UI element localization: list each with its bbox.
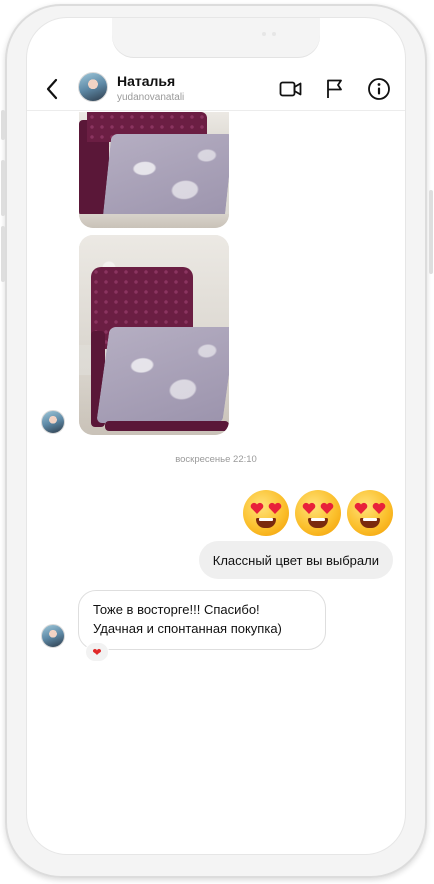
- incoming-message-line: Тоже в восторге!!! Спасибо!: [93, 602, 260, 617]
- photo-message[interactable]: [79, 112, 229, 228]
- video-call-button[interactable]: [279, 77, 303, 101]
- phone-side-button: [1, 226, 5, 282]
- outgoing-message-text: Классный цвет вы выбрали: [212, 552, 379, 568]
- video-camera-icon: [279, 81, 302, 97]
- back-button[interactable]: [41, 75, 65, 103]
- heart-eyes-emoji-icon: [347, 490, 393, 536]
- sender-avatar[interactable]: [41, 624, 65, 648]
- chat-header: Наталья yudanovanatali: [27, 68, 405, 111]
- info-button[interactable]: [367, 77, 391, 101]
- report-button[interactable]: [323, 77, 347, 101]
- avatar[interactable]: [78, 72, 108, 102]
- back-arrow-icon: [46, 78, 58, 100]
- phone-notch: [112, 18, 320, 58]
- sender-avatar[interactable]: [41, 410, 65, 434]
- info-icon: [368, 78, 390, 100]
- heart-reaction-icon[interactable]: ❤: [85, 642, 109, 662]
- camera-dot: [262, 32, 266, 36]
- phone-screen: Наталья yudanovanatali воскресенье 22:10…: [27, 18, 405, 854]
- photo-message[interactable]: [79, 235, 229, 435]
- contact-username: yudanovanatali: [117, 92, 185, 103]
- phone-side-button: [1, 160, 5, 216]
- emoji-message[interactable]: [243, 490, 393, 538]
- heart-eyes-emoji-icon: [295, 490, 341, 536]
- camera-dot: [272, 32, 276, 36]
- heart-eyes-emoji-icon: [243, 490, 289, 536]
- phone-side-button: [429, 190, 433, 274]
- message-timestamp: воскресенье 22:10: [175, 454, 257, 465]
- phone-side-button: [1, 110, 5, 140]
- incoming-message-line: Удачная и спонтанная покупка): [93, 621, 282, 636]
- incoming-message-bubble[interactable]: Тоже в восторге!!! Спасибо! Удачная и сп…: [78, 590, 326, 650]
- contact-name[interactable]: Наталья: [117, 73, 175, 89]
- flag-icon: [327, 79, 342, 98]
- outgoing-message-bubble[interactable]: Классный цвет вы выбрали: [198, 541, 393, 579]
